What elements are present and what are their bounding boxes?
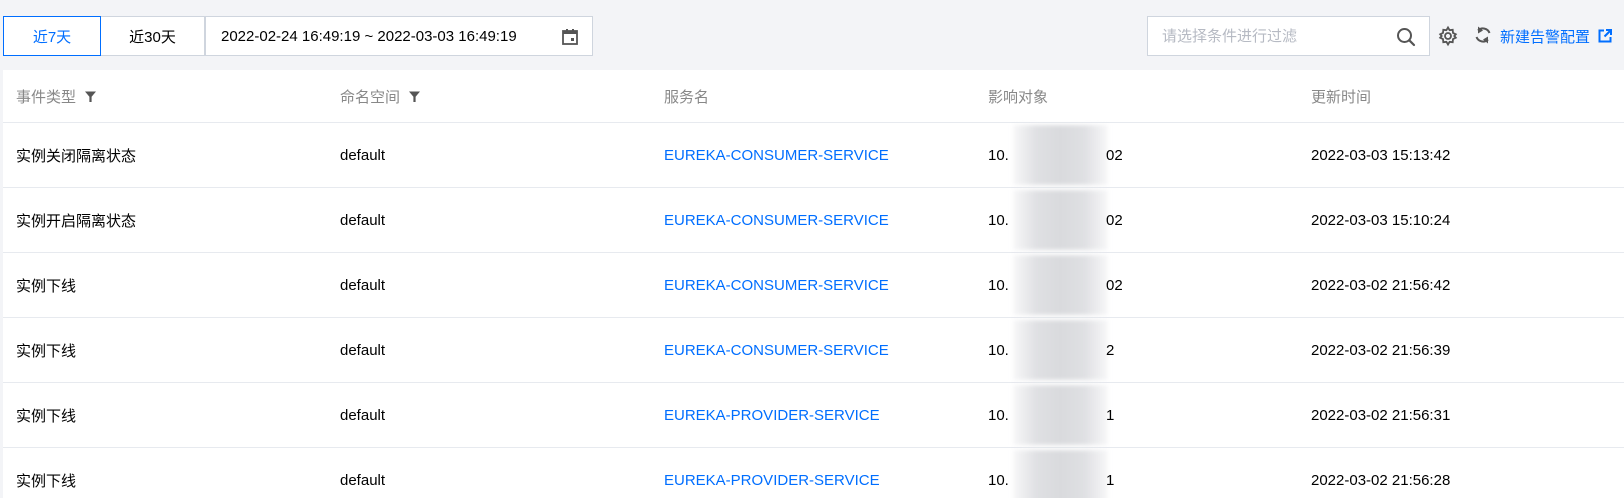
search-icon[interactable] xyxy=(1395,26,1417,48)
update-time-cell: 2022-03-02 21:56:42 xyxy=(1311,276,1451,294)
namespace-header-label: 命名空间 xyxy=(340,89,401,106)
namespace-cell: default xyxy=(340,276,386,294)
ip-suffix: 2 xyxy=(1106,341,1115,359)
namespace-cell: default xyxy=(340,211,386,229)
gear-icon[interactable] xyxy=(1436,24,1460,48)
filter-search-box[interactable] xyxy=(1147,16,1430,56)
ip-suffix: 02 xyxy=(1106,211,1123,229)
refresh-icon[interactable] xyxy=(1472,24,1494,46)
affected-object-cell: 10. 02 xyxy=(988,253,1288,317)
ip-suffix: 1 xyxy=(1106,406,1115,424)
ip-prefix: 10. xyxy=(988,211,1009,229)
date-range-picker[interactable]: 2022-02-24 16:49:19 ~ 2022-03-03 16:49:1… xyxy=(205,16,593,56)
event-type-cell: 实例关闭隔离状态 xyxy=(16,147,137,165)
event-type-cell: 实例下线 xyxy=(16,277,77,295)
redacted-ip-blur xyxy=(1013,385,1108,445)
event-type-cell: 实例下线 xyxy=(16,407,77,425)
ip-prefix: 10. xyxy=(988,471,1009,489)
column-header-event-type: 事件类型 xyxy=(16,70,97,123)
new-alarm-config-link[interactable]: 新建告警配置 xyxy=(1500,24,1613,48)
namespace-cell: default xyxy=(340,341,386,359)
table-row: 实例关闭隔离状态 default EUREKA-CONSUMER-SERVICE… xyxy=(3,123,1624,188)
table-row: 实例下线 default EUREKA-PROVIDER-SERVICE 10.… xyxy=(3,448,1624,498)
ip-prefix: 10. xyxy=(988,406,1009,424)
affected-object-cell: 10. 1 xyxy=(988,383,1288,447)
namespace-cell: default xyxy=(340,406,386,424)
event-table: 事件类型 命名空间 服务名 影响对象 更新时间 实例关闭隔离状态 default… xyxy=(3,70,1624,498)
update-time-cell: 2022-03-02 21:56:28 xyxy=(1311,471,1451,489)
external-link-icon xyxy=(1598,29,1613,43)
update-time-cell: 2022-03-02 21:56:39 xyxy=(1311,341,1451,359)
table-header: 事件类型 命名空间 服务名 影响对象 更新时间 xyxy=(3,70,1624,123)
calendar-icon xyxy=(562,29,578,45)
redacted-ip-blur xyxy=(1013,320,1108,380)
update-time-cell: 2022-03-03 15:10:24 xyxy=(1311,211,1451,229)
column-header-service-name: 服务名 xyxy=(664,89,710,106)
redacted-ip-blur xyxy=(1013,190,1108,250)
table-row: 实例开启隔离状态 default EUREKA-CONSUMER-SERVICE… xyxy=(3,188,1624,253)
service-link[interactable]: EUREKA-PROVIDER-SERVICE xyxy=(664,383,880,447)
service-link[interactable]: EUREKA-CONSUMER-SERVICE xyxy=(664,188,889,252)
service-link[interactable]: EUREKA-CONSUMER-SERVICE xyxy=(664,123,889,187)
ip-suffix: 02 xyxy=(1106,276,1123,294)
affected-object-cell: 10. 02 xyxy=(988,188,1288,252)
new-alarm-config-label: 新建告警配置 xyxy=(1500,28,1591,46)
service-link[interactable]: EUREKA-CONSUMER-SERVICE xyxy=(664,318,889,382)
event-type-cell: 实例开启隔离状态 xyxy=(16,212,137,230)
update-time-cell: 2022-03-02 21:56:31 xyxy=(1311,406,1451,424)
ip-prefix: 10. xyxy=(988,341,1009,359)
event-type-header-label: 事件类型 xyxy=(16,89,77,106)
update-time-cell: 2022-03-03 15:13:42 xyxy=(1311,146,1451,164)
ip-suffix: 02 xyxy=(1106,146,1123,164)
ip-prefix: 10. xyxy=(988,146,1009,164)
redacted-ip-blur xyxy=(1013,450,1108,498)
table-row: 实例下线 default EUREKA-CONSUMER-SERVICE 10.… xyxy=(3,318,1624,383)
affected-object-cell: 10. 2 xyxy=(988,318,1288,382)
service-link[interactable]: EUREKA-CONSUMER-SERVICE xyxy=(664,253,889,317)
event-type-cell: 实例下线 xyxy=(16,342,77,360)
ip-suffix: 1 xyxy=(1106,471,1115,489)
toolbar: 近7天 近30天 2022-02-24 16:49:19 ~ 2022-03-0… xyxy=(0,0,1624,70)
table-row: 实例下线 default EUREKA-PROVIDER-SERVICE 10.… xyxy=(3,383,1624,448)
service-link[interactable]: EUREKA-PROVIDER-SERVICE xyxy=(664,448,880,498)
table-row: 实例下线 default EUREKA-CONSUMER-SERVICE 10.… xyxy=(3,253,1624,318)
ip-prefix: 10. xyxy=(988,276,1009,294)
redacted-ip-blur xyxy=(1013,125,1108,185)
range-7-days-button[interactable]: 近7天 xyxy=(3,16,101,56)
affected-object-cell: 10. 02 xyxy=(988,123,1288,187)
namespace-cell: default xyxy=(340,146,386,164)
filter-icon[interactable] xyxy=(408,90,421,103)
range-30-days-button[interactable]: 近30天 xyxy=(100,16,205,56)
column-header-namespace: 命名空间 xyxy=(340,70,421,123)
event-type-cell: 实例下线 xyxy=(16,472,77,490)
column-header-update-time: 更新时间 xyxy=(1311,89,1372,106)
column-header-affected-object: 影响对象 xyxy=(988,89,1049,106)
namespace-cell: default xyxy=(340,471,386,489)
filter-icon[interactable] xyxy=(84,90,97,103)
affected-object-cell: 10. 1 xyxy=(988,448,1288,498)
date-range-text: 2022-02-24 16:49:19 ~ 2022-03-03 16:49:1… xyxy=(221,27,517,45)
search-input[interactable] xyxy=(1162,17,1392,55)
redacted-ip-blur xyxy=(1013,255,1108,315)
